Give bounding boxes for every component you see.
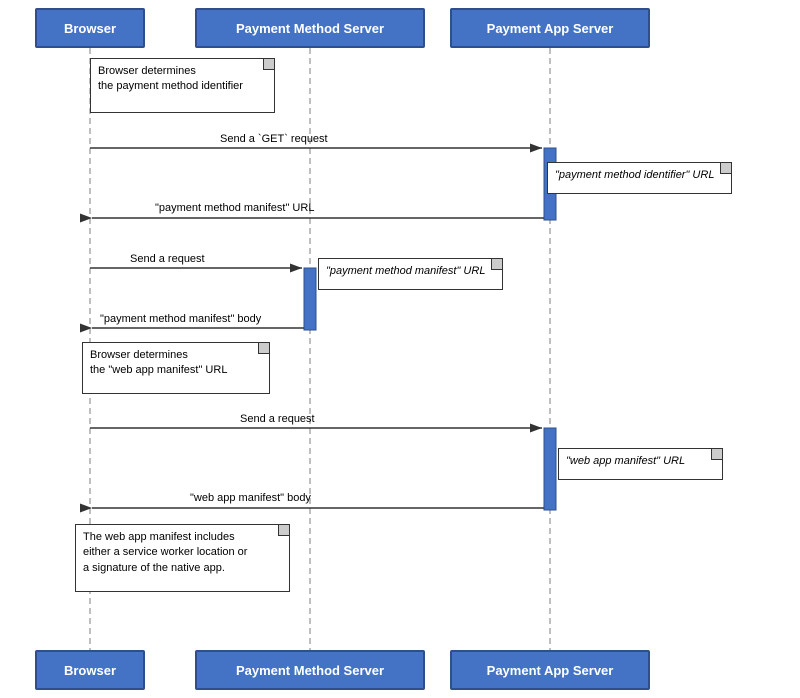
note-web-app-manifest-url: "web app manifest" URL bbox=[558, 448, 723, 480]
arrow-label-send-request-2: Send a request bbox=[240, 413, 315, 425]
actor-browser-top: Browser bbox=[35, 8, 145, 48]
note-web-app-manifest-description: The web app manifest includeseither a se… bbox=[75, 524, 290, 592]
actor-payment-method-server-top: Payment Method Server bbox=[195, 8, 425, 48]
sequence-diagram: Browser Payment Method Server Payment Ap… bbox=[0, 0, 800, 698]
arrow-label-manifest-body: "payment method manifest" body bbox=[100, 313, 261, 325]
note-browser-determines-web-app-manifest: Browser determinesthe "web app manifest"… bbox=[82, 342, 270, 394]
arrow-label-get-request: Send a `GET` request bbox=[220, 133, 328, 145]
note-browser-determines-payment-method: Browser determinesthe payment method ide… bbox=[90, 58, 275, 113]
arrow-label-send-request-1: Send a request bbox=[130, 253, 205, 265]
note-payment-method-identifier-url: "payment method identifier" URL bbox=[547, 162, 732, 194]
actor-payment-method-server-bottom: Payment Method Server bbox=[195, 650, 425, 690]
actor-payment-app-server-bottom: Payment App Server bbox=[450, 650, 650, 690]
arrow-label-web-app-manifest-body: "web app manifest" body bbox=[190, 492, 311, 504]
arrow-label-manifest-url: "payment method manifest" URL bbox=[155, 202, 314, 214]
actor-browser-bottom: Browser bbox=[35, 650, 145, 690]
actor-payment-app-server-top: Payment App Server bbox=[450, 8, 650, 48]
note-payment-method-manifest-url: "payment method manifest" URL bbox=[318, 258, 503, 290]
